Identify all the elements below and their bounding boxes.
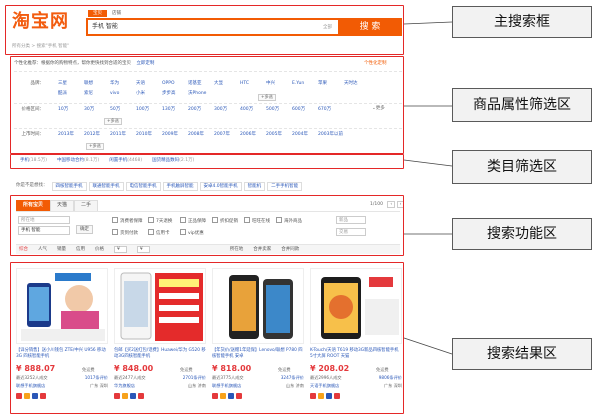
region-attribute-filter <box>10 56 404 154</box>
recommend-item[interactable]: 安卓4.0智能手机 <box>199 182 242 192</box>
label-search-functions: 搜索功能区 <box>452 218 592 250</box>
label-text: 主搜索框 <box>494 13 550 30</box>
label-text: 搜索功能区 <box>487 225 557 242</box>
recommend-item[interactable]: 四核智能手机 <box>51 182 87 192</box>
label-text: 类目筛选区 <box>487 158 557 175</box>
recommend-item[interactable]: 二手手机智能 <box>267 182 303 192</box>
recommend-label: 你是不是想找： <box>16 183 48 188</box>
recommend-item[interactable]: 手机触屏智能 <box>162 182 198 192</box>
label-attribute-filter: 商品属性筛选区 <box>452 88 592 122</box>
region-main-search <box>5 5 404 55</box>
region-search-results <box>10 262 404 414</box>
recommend-item[interactable]: 联通智能手机 <box>88 182 124 192</box>
label-text: 搜索结果区 <box>487 345 557 362</box>
recommend-item[interactable]: 电信智能手机 <box>125 182 161 192</box>
recommend-bar: 你是不是想找： 四核智能手机 联通智能手机 电信智能手机 手机触屏智能 安卓4.0智能手… <box>14 182 303 192</box>
label-category-filter: 类目筛选区 <box>452 150 592 184</box>
label-text: 商品属性筛选区 <box>473 96 571 113</box>
region-search-functions <box>10 195 404 256</box>
region-category-filter <box>10 154 404 169</box>
label-search-results: 搜索结果区 <box>452 338 592 370</box>
label-main-search: 主搜索框 <box>452 6 592 38</box>
recommend-item[interactable]: 智能机 <box>243 182 266 192</box>
